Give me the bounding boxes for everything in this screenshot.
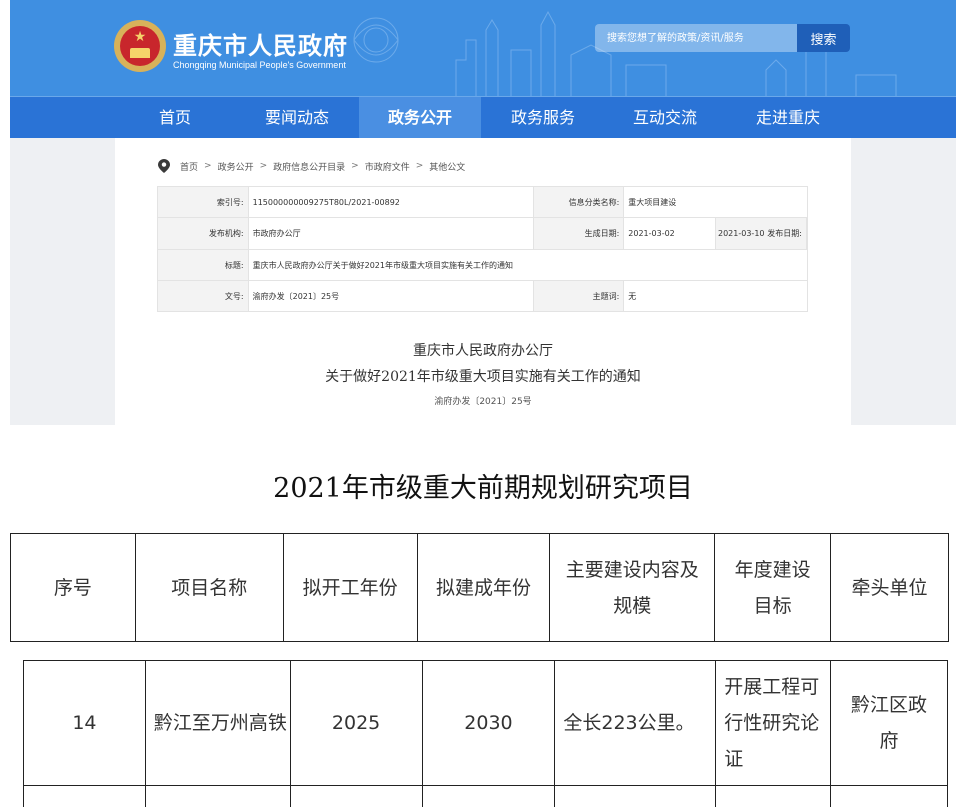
header-project-name: 项目名称 [134,533,284,642]
national-emblem-icon[interactable]: ★ [114,20,166,72]
nav-item-interaction[interactable]: 互动交流 [604,97,726,138]
breadcrumb-gov-documents[interactable]: 市政府文件 [365,160,410,173]
nav-item-news[interactable]: 要闻动态 [236,97,358,138]
document-number: 渝府办发〔2021〕25号 [434,397,532,407]
header-serial: 序号 [10,533,136,642]
header-start-year: 拟开工年份 [282,533,418,642]
header-completion-year: 拟建成年份 [416,533,551,642]
header-main-content: 主要建设内容及规模 [549,533,716,642]
publisher-label: 发布机构: [157,217,249,250]
docno-label: 文号: [157,280,249,312]
chevron-right-icon: > [351,161,359,171]
cell-completion-year: 2030 [421,660,556,786]
document-info-table: 索引号: 11500000000927​5T80L/2021-00892 信息分… [157,186,809,312]
nav-item-services[interactable]: 政务服务 [482,97,604,138]
document-issuer: 重庆市人民政府办公厅 [413,343,553,359]
subject-label: 主题词: [532,280,625,312]
table-row-partial [23,785,948,807]
category-label: 信息分类名称: [532,186,625,218]
header-annual-target: 年度建设目标 [714,533,832,642]
site-title[interactable]: 重庆市人民政府 [173,26,348,61]
chevron-right-icon: > [204,161,212,171]
project-table-body: 14 黔江至万州高铁 2025 2030 全长223公里。 开展工程可行性研究论… [23,660,948,807]
publisher-value: 市政府办公厅 [247,217,534,250]
subject-value: 无 [623,280,808,312]
cell-annual-target: 开展工程可行性研究论证 [715,660,832,786]
table-row: 14 黔江至万州高铁 2025 2030 全长223公里。 开展工程可行性研究论… [23,660,948,786]
chevron-right-icon: > [259,161,268,171]
breadcrumb: 首页 > 政务公开 > 政府信息公开目录 > 市政府文件 > 其他公文 [158,158,471,174]
nav-item-chongqing[interactable]: 走进重庆 [727,97,849,138]
cell-serial: 14 [23,660,146,786]
chevron-right-icon: > [415,161,424,171]
nav-item-home[interactable]: 首页 [114,97,236,138]
nav-item-gov-affairs[interactable]: 政务公开 [359,97,481,138]
search-input[interactable] [595,24,799,52]
site-header: ★ 重庆市人民政府 Chongqing Municipal People's G… [10,0,956,138]
breadcrumb-home[interactable]: 首页 [180,160,198,173]
created-date-label: 生成日期: [532,217,625,250]
title-label: 标题: [157,249,249,281]
document-title: 关于做好2021年市级重大项目实施有关工作的通知 [325,369,641,385]
breadcrumb-info-catalog[interactable]: 政府信息公开目录 [273,160,345,173]
created-date-value: 2021-03-02 [623,217,716,250]
project-table-header: 序号 项目名称 拟开工年份 拟建成年份 主要建设内容及规模 年度建设目标 牵头单… [10,533,949,642]
breadcrumb-gov-affairs[interactable]: 政务公开 [218,160,254,173]
index-value: 11500000000927​5T80L/2021-00892 [247,186,534,218]
category-value: 重大项目建设 [623,186,808,218]
cell-main-content: 全长223公里。 [554,660,717,786]
header-lead-unit: 牵头单位 [830,533,949,642]
index-label: 索引号: [157,186,249,218]
title-value: 重庆市人民政府办公厅关于做好2021年市级重大项目实施有关工作的通知 [247,249,809,281]
docno-value: 渝府办发〔2021〕25号 [247,280,534,312]
site-subtitle: Chongqing Municipal People's Government [173,60,346,70]
section-title: 2021年市级重大前期规划研究项目 [273,473,693,504]
cell-project-name: 黔江至万州高铁 [144,660,291,786]
search-button[interactable]: 搜索 [797,24,850,52]
location-pin-icon [158,159,170,173]
cell-start-year: 2025 [289,660,423,786]
cell-lead-unit: 黔江区政府 [830,660,948,786]
published-date-value: 2021-03-10 [718,229,765,238]
main-nav: 首页 要闻动态 政务公开 政务服务 互动交流 走进重庆 [10,96,956,138]
breadcrumb-other[interactable]: 其他公文 [429,160,465,173]
